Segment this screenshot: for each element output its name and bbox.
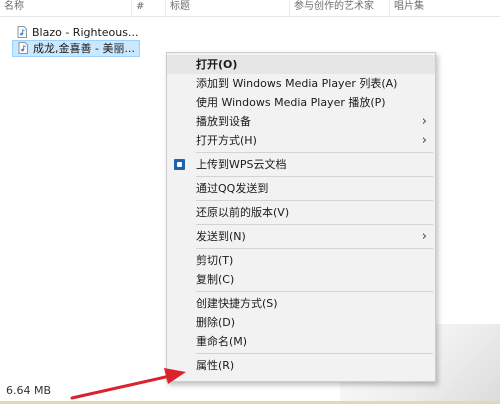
menu-item-send-to[interactable]: 发送到(N) › [167, 227, 435, 246]
menu-item-add-to-wmp-list[interactable]: 添加到 Windows Media Player 列表(A) [167, 74, 435, 93]
menu-item-label: 发送到(N) [196, 230, 246, 243]
menu-item-upload-wps[interactable]: 上传到WPS云文档 [167, 155, 435, 174]
audio-file-icon [18, 42, 28, 54]
menu-item-properties[interactable]: 属性(R) [167, 356, 435, 375]
menu-separator [196, 248, 433, 249]
column-header-number[interactable]: # [132, 0, 166, 16]
menu-separator [196, 291, 433, 292]
menu-separator [196, 200, 433, 201]
menu-item-create-shortcut[interactable]: 创建快捷方式(S) [167, 294, 435, 313]
menu-separator [196, 152, 433, 153]
file-name: Blazo - Righteous... [32, 26, 139, 39]
menu-item-label: 打开方式(H) [196, 134, 257, 147]
menu-separator [196, 176, 433, 177]
menu-item-restore-previous-versions[interactable]: 还原以前的版本(V) [167, 203, 435, 222]
menu-item-play-with-wmp[interactable]: 使用 Windows Media Player 播放(P) [167, 93, 435, 112]
menu-item-open-with[interactable]: 打开方式(H) › [167, 131, 435, 150]
menu-item-copy[interactable]: 复制(C) [167, 270, 435, 289]
menu-separator [196, 353, 433, 354]
column-header-artist[interactable]: 参与创作的艺术家 [290, 0, 390, 16]
menu-item-label: 播放到设备 [196, 115, 251, 128]
menu-item-cast-to-device[interactable]: 播放到设备 › [167, 112, 435, 131]
menu-item-rename[interactable]: 重命名(M) [167, 332, 435, 351]
menu-separator [196, 224, 433, 225]
column-header-bar: 名称 # 标题 参与创作的艺术家 唱片集 [0, 0, 500, 17]
menu-item-cut[interactable]: 剪切(T) [167, 251, 435, 270]
menu-item-open[interactable]: 打开(O) [167, 55, 435, 74]
column-header-name[interactable]: 名称 [0, 0, 132, 16]
menu-item-label: 上传到WPS云文档 [196, 158, 287, 171]
file-row[interactable]: Blazo - Righteous... [12, 24, 140, 41]
selected-file-size: 6.64 MB [6, 384, 52, 397]
wps-cloud-icon [174, 159, 185, 170]
menu-item-delete[interactable]: 删除(D) [167, 313, 435, 332]
file-row-selected[interactable]: 成龙,金喜善 - 美丽... [12, 40, 140, 57]
chevron-right-icon: › [421, 133, 427, 148]
chevron-right-icon: › [421, 229, 427, 244]
file-name: 成龙,金喜善 - 美丽... [33, 42, 135, 55]
column-header-album[interactable]: 唱片集 [390, 0, 500, 16]
chevron-right-icon: › [421, 114, 427, 129]
audio-file-icon [17, 26, 27, 38]
menu-item-send-via-qq[interactable]: 通过QQ发送到 [167, 179, 435, 198]
context-menu: 打开(O) 添加到 Windows Media Player 列表(A) 使用 … [166, 52, 436, 382]
column-header-title[interactable]: 标题 [166, 0, 290, 16]
